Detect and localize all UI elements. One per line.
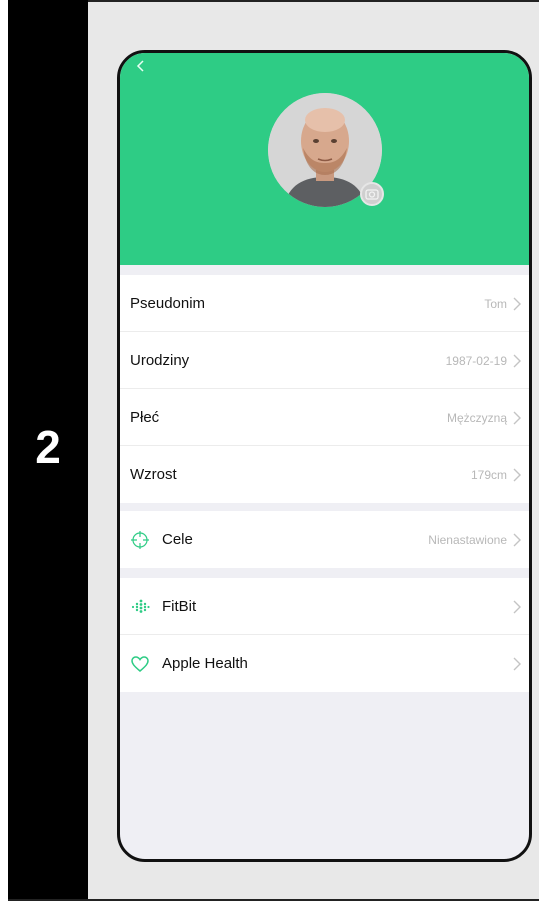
row-label: Urodziny — [130, 352, 190, 369]
camera-icon[interactable] — [360, 182, 384, 206]
heart-icon — [130, 654, 150, 674]
profile-header — [120, 53, 529, 265]
row-label: Cele — [162, 531, 193, 548]
row-value: Nienastawione — [428, 532, 507, 547]
row-fitbit[interactable]: FitBit — [120, 578, 529, 635]
row-value: 1987-02-19 — [445, 353, 507, 368]
fitbit-icon — [130, 597, 150, 617]
profile-fields: Pseudonim Tom Urodziny 1987-02-19 Płeć M… — [120, 275, 529, 503]
phone-screen: Pseudonim Tom Urodziny 1987-02-19 Płeć M… — [117, 50, 532, 862]
chevron-right-icon — [513, 600, 521, 613]
row-wzrost[interactable]: Wzrost 179cm — [120, 446, 529, 503]
integrations-section: FitBit Apple Health — [120, 578, 529, 692]
chevron-right-icon — [513, 468, 521, 481]
row-label: FitBit — [162, 598, 197, 615]
chevron-right-icon — [513, 411, 521, 424]
goals-section: Cele Nienastawione — [120, 511, 529, 568]
row-pseudonim[interactable]: Pseudonim Tom — [120, 275, 529, 332]
back-icon[interactable] — [134, 59, 148, 73]
row-apple-health[interactable]: Apple Health — [120, 635, 529, 692]
bottom-divider — [8, 899, 539, 901]
row-value: 179cm — [470, 467, 507, 482]
row-value: Mężczyzną — [446, 410, 507, 425]
row-cele[interactable]: Cele Nienastawione — [120, 511, 529, 568]
row-value: Tom — [484, 296, 507, 311]
row-urodziny[interactable]: Urodziny 1987-02-19 — [120, 332, 529, 389]
step-number: 2 — [35, 421, 61, 473]
row-label: Pseudonim — [130, 295, 206, 312]
chevron-right-icon — [513, 354, 521, 367]
row-label: Wzrost — [130, 466, 177, 483]
target-icon — [130, 530, 150, 550]
step-sidebar: 2 — [8, 0, 88, 900]
chevron-right-icon — [513, 533, 521, 546]
chevron-right-icon — [513, 657, 521, 670]
row-label: Apple Health — [162, 655, 248, 672]
row-label: Płeć — [130, 409, 160, 426]
row-plec[interactable]: Płeć Mężczyzną — [120, 389, 529, 446]
chevron-right-icon — [513, 297, 521, 310]
